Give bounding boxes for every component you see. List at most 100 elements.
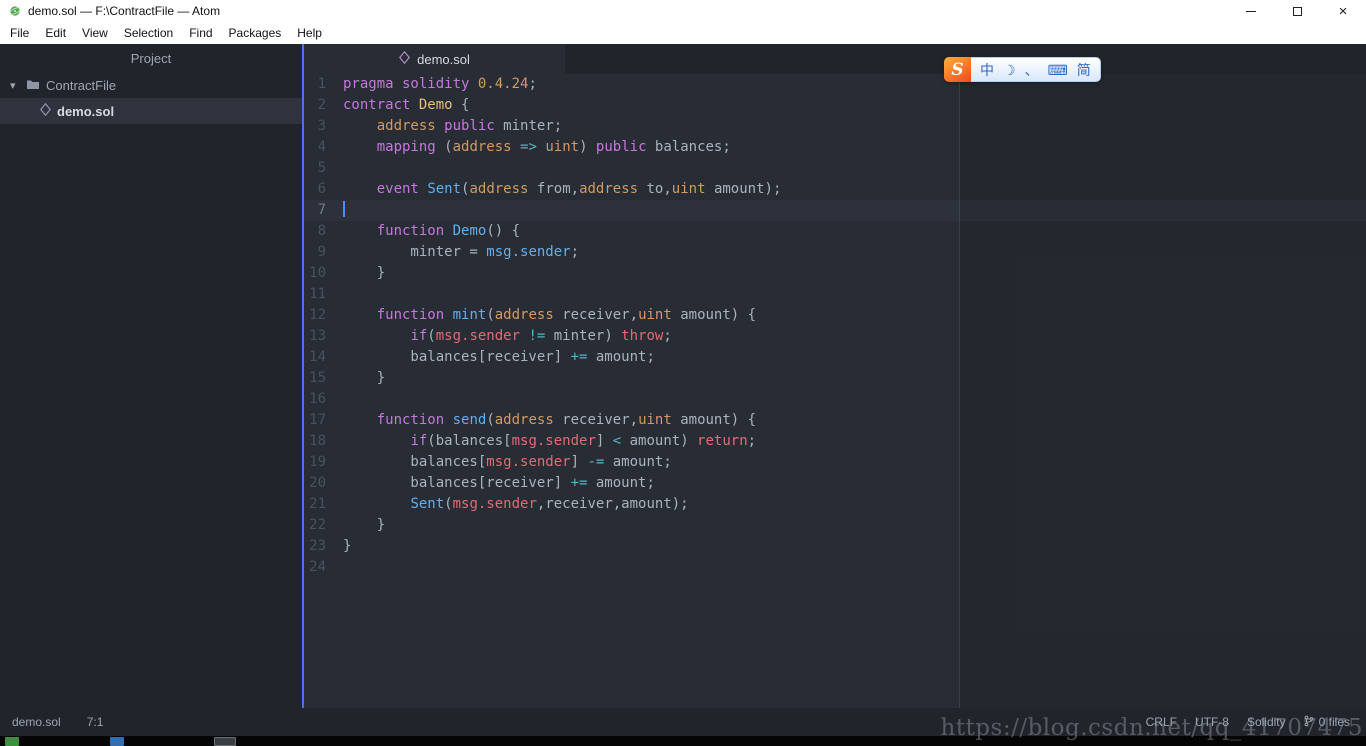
code-token: receiver, — [553, 307, 639, 323]
code-line[interactable]: 10 } — [304, 263, 1366, 284]
code-token: address — [452, 139, 512, 155]
tree-file-demo-sol[interactable]: demo.sol — [0, 98, 302, 124]
status-line-ending[interactable]: CRLF — [1146, 715, 1177, 729]
chevron-down-icon: ▾ — [10, 79, 16, 92]
code-token: < — [612, 433, 622, 449]
taskbar-icon[interactable] — [110, 737, 124, 746]
code-line[interactable]: 24 — [304, 557, 1366, 578]
code-line[interactable]: 13 if(msg.sender != minter) throw; — [304, 326, 1366, 347]
code-line[interactable]: 5 — [304, 158, 1366, 179]
line-number: 22 — [309, 517, 326, 533]
code-token: msg.sender — [511, 433, 596, 449]
main-area: Project ▾ ContractFile demo.sol demo.sol — [0, 44, 1366, 708]
code-token: } — [343, 370, 386, 386]
code-line[interactable]: 7 — [304, 200, 1366, 221]
menu-help[interactable]: Help — [289, 23, 330, 43]
code-token: mint — [452, 307, 487, 323]
code-line[interactable]: 16 — [304, 389, 1366, 410]
code-line[interactable]: 11 — [304, 284, 1366, 305]
code-line[interactable]: 3 address public minter; — [304, 116, 1366, 137]
sogou-logo-icon[interactable]: S — [944, 57, 971, 82]
code-token: minter) — [545, 328, 622, 344]
code-line[interactable]: 17 function send(address receiver,uint a… — [304, 410, 1366, 431]
code-token: += — [570, 349, 588, 365]
code-token: public — [595, 139, 647, 155]
code-token: balances[receiver] — [343, 349, 571, 365]
ime-chinese-mode-button[interactable]: 中 — [980, 63, 994, 77]
minimize-button[interactable] — [1228, 0, 1274, 22]
status-left: demo.sol 7:1 — [12, 715, 103, 729]
line-number: 4 — [317, 139, 326, 155]
line-number: 10 — [309, 265, 326, 281]
taskbar-icon[interactable] — [5, 737, 19, 746]
tab-bar: demo.sol — [304, 44, 1366, 74]
line-number: 20 — [309, 475, 326, 491]
code-line[interactable]: 6 event Sent(address from,address to,uin… — [304, 179, 1366, 200]
tab-demo-sol[interactable]: demo.sol — [304, 44, 565, 74]
line-number: 16 — [309, 391, 326, 407]
tree-folder-contractfile[interactable]: ▾ ContractFile — [0, 72, 302, 98]
ime-fullwidth-moon-icon[interactable]: ☽ — [1003, 63, 1016, 77]
git-file-count: 0 files — [1318, 715, 1350, 729]
ime-keyboard-icon[interactable]: ⌨ — [1048, 63, 1068, 77]
code-line[interactable]: 23} — [304, 536, 1366, 557]
code-line[interactable]: 19 balances[msg.sender] -= amount; — [304, 452, 1366, 473]
code-token: } — [343, 538, 352, 554]
close-button[interactable]: × — [1320, 0, 1366, 22]
code-line[interactable]: 9 minter = msg.sender; — [304, 242, 1366, 263]
solidity-file-icon — [399, 50, 411, 67]
taskbar-icon[interactable] — [214, 737, 236, 746]
line-number: 7 — [317, 202, 326, 218]
code-token: if — [410, 433, 428, 449]
solidity-file-icon — [40, 102, 51, 119]
ime-simplified-button[interactable]: 简 — [1077, 63, 1091, 77]
code-line[interactable]: 8 function Demo() { — [304, 221, 1366, 242]
line-number: 24 — [309, 559, 326, 575]
code-line[interactable]: 21 Sent(msg.sender,receiver,amount); — [304, 494, 1366, 515]
menu-find[interactable]: Find — [181, 23, 220, 43]
code-line[interactable]: 22 } — [304, 515, 1366, 536]
code-token: amount; — [604, 454, 672, 470]
code-line[interactable]: 4 mapping (address => uint) public balan… — [304, 137, 1366, 158]
code-token: ; — [528, 76, 537, 92]
code-token: msg.sender — [486, 244, 571, 260]
status-grammar[interactable]: Solidity — [1247, 715, 1286, 729]
ime-punctuation-button[interactable]: 、 — [1025, 63, 1039, 77]
code-token: address — [494, 412, 554, 428]
editor-pane: demo.sol 1 pragma solidity 0.4.24; 2 contra… — [304, 44, 1366, 708]
code-token: += — [570, 475, 588, 491]
code-token: mapping — [376, 139, 436, 155]
menu-file[interactable]: File — [2, 23, 37, 43]
menu-view[interactable]: View — [74, 23, 116, 43]
project-tree-panel: Project ▾ ContractFile demo.sol — [0, 44, 302, 708]
code-line[interactable]: 14 balances[receiver] += amount; — [304, 347, 1366, 368]
menu-packages[interactable]: Packages — [221, 23, 290, 43]
tree-file-label: demo.sol — [57, 103, 115, 119]
code-token: address — [469, 181, 529, 197]
code-line[interactable]: 12 function mint(address receiver,uint a… — [304, 305, 1366, 326]
code-token: ( — [435, 139, 453, 155]
status-git[interactable]: 0 files — [1304, 715, 1350, 730]
menu-selection[interactable]: Selection — [116, 23, 181, 43]
code-line[interactable]: 20 balances[receiver] += amount; — [304, 473, 1366, 494]
menu-edit[interactable]: Edit — [37, 23, 74, 43]
code-token: receiver, — [553, 412, 639, 428]
code-line[interactable]: 15 } — [304, 368, 1366, 389]
line-number: 6 — [317, 181, 326, 197]
code-editor[interactable]: 1 pragma solidity 0.4.24; 2 contract Demo {… — [304, 74, 1366, 708]
code-token: amount) — [621, 433, 698, 449]
status-encoding[interactable]: UTF-8 — [1195, 715, 1229, 729]
code-token: balances; — [646, 139, 731, 155]
code-line[interactable]: 18 if(balances[msg.sender] < amount) ret… — [304, 431, 1366, 452]
code-line[interactable]: 2 contract Demo { — [304, 95, 1366, 116]
maximize-button[interactable] — [1274, 0, 1320, 22]
line-number: 2 — [317, 97, 326, 113]
line-number: 3 — [317, 118, 326, 134]
code-token: uint — [638, 307, 672, 323]
status-cursor-position[interactable]: 7:1 — [87, 715, 104, 729]
code-line[interactable]: 1 pragma solidity 0.4.24; — [304, 74, 1366, 95]
code-token: event — [376, 181, 419, 197]
